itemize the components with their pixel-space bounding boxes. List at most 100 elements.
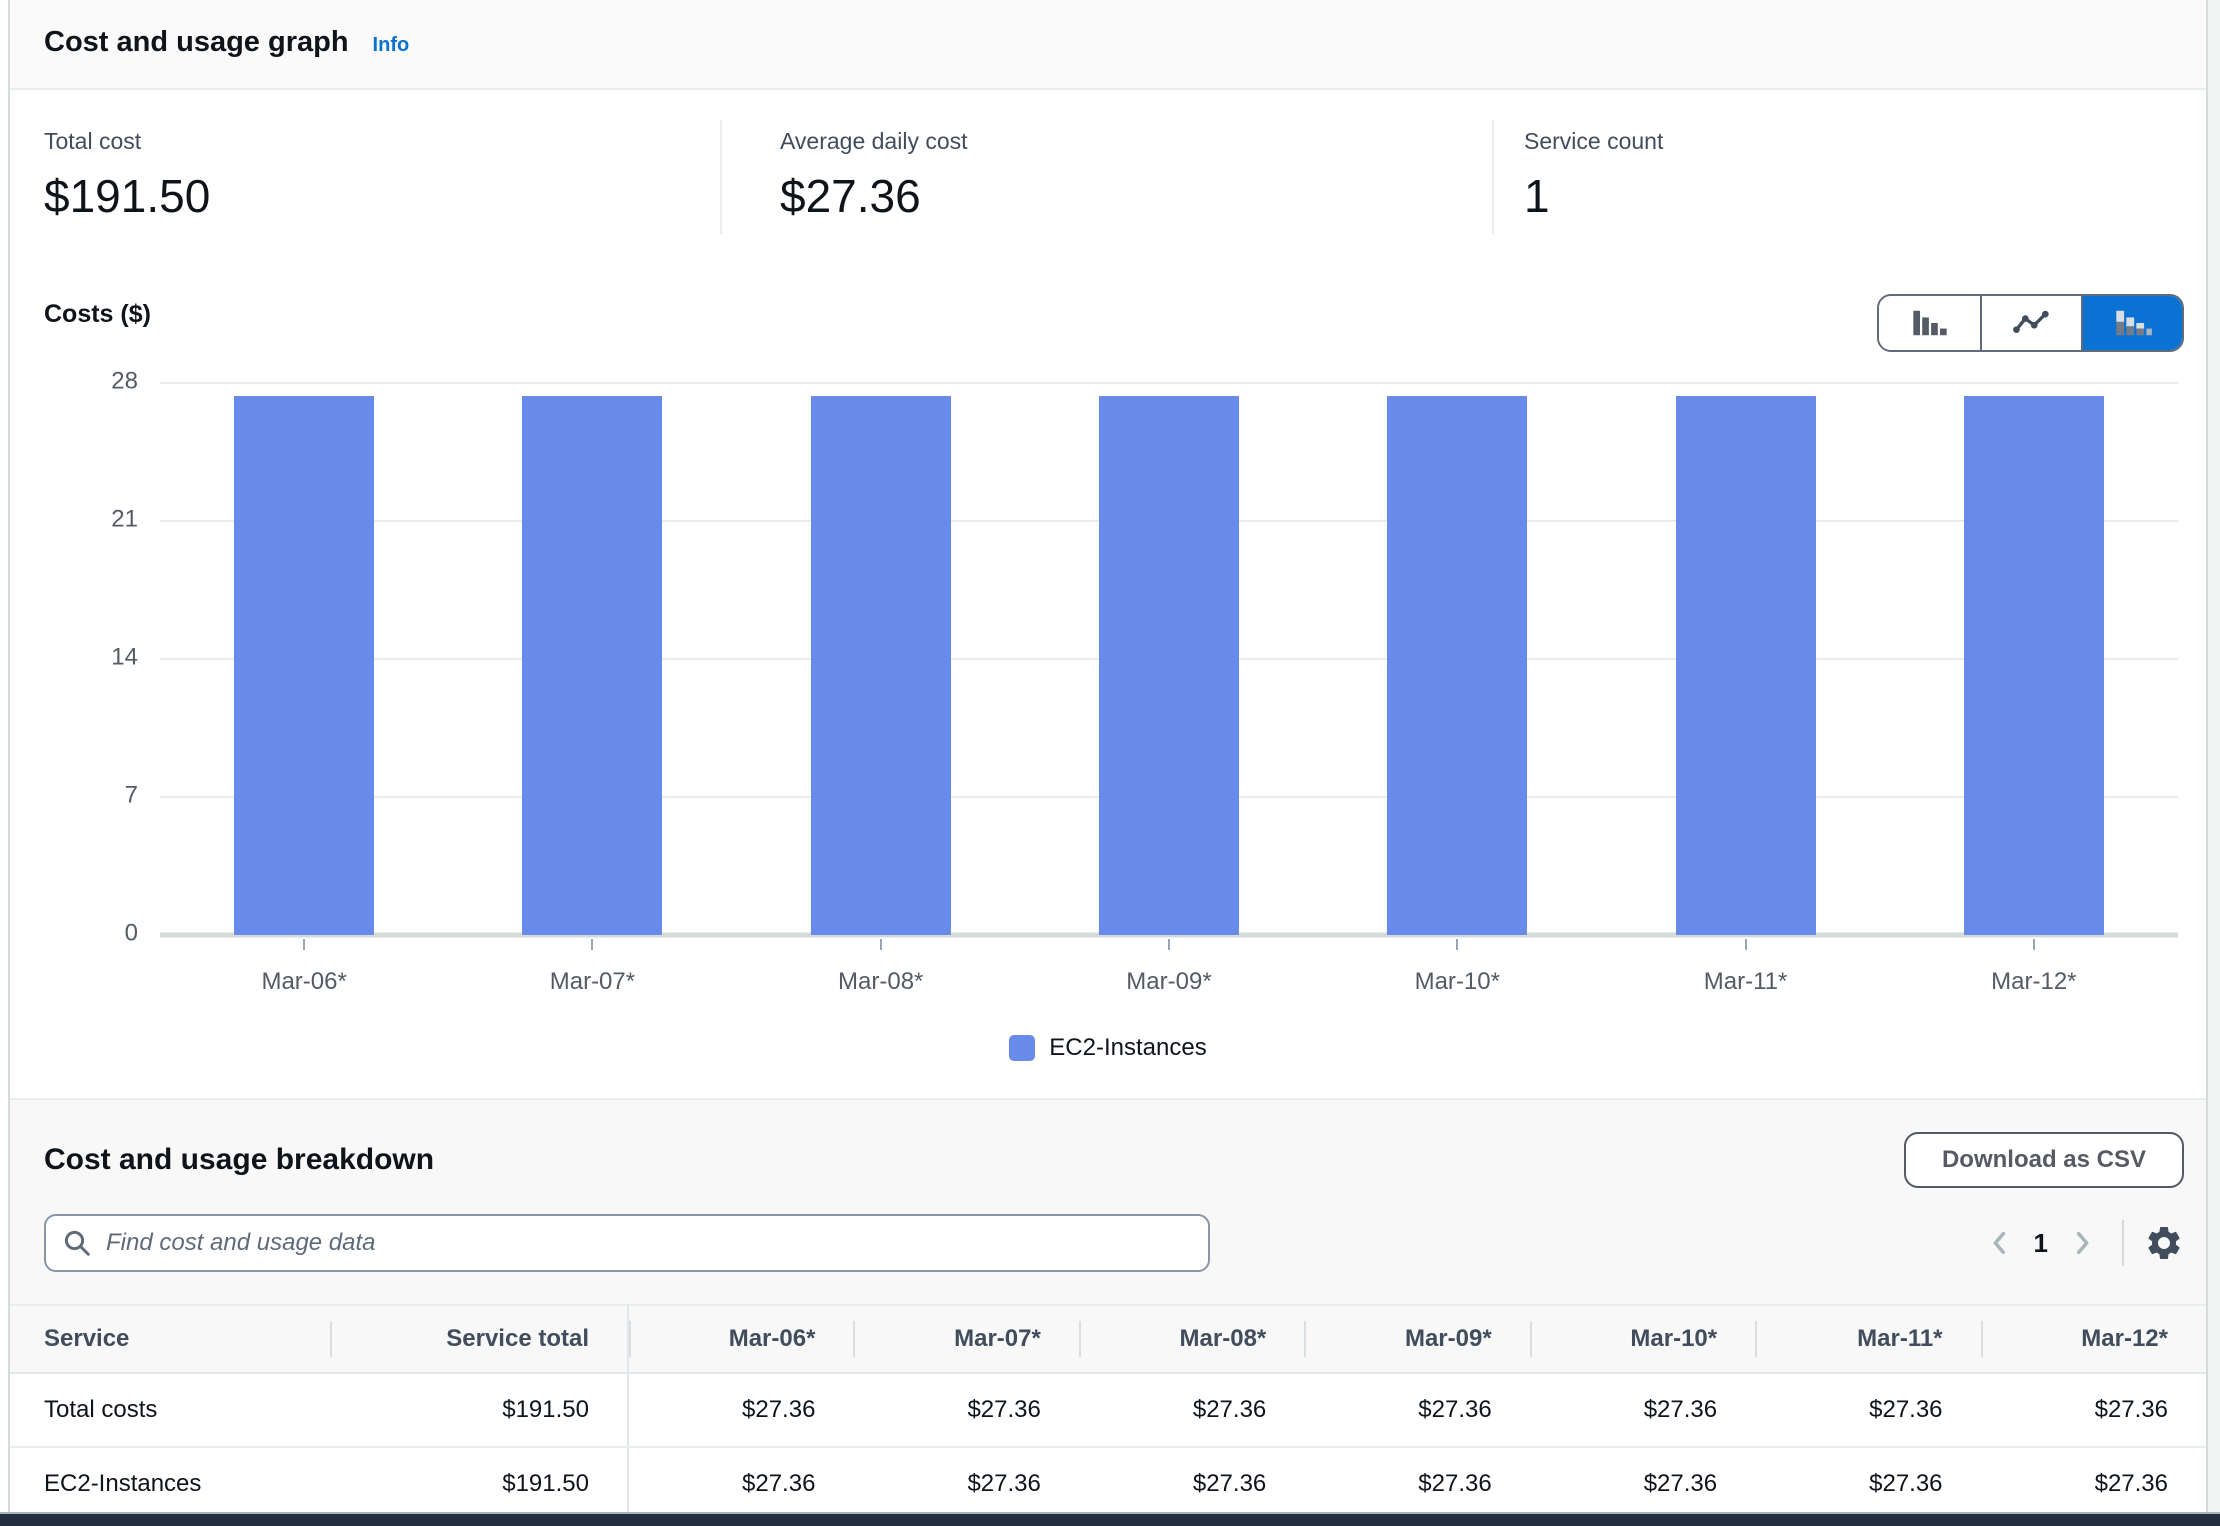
pagination: 1 (1980, 1220, 2184, 1266)
stacked-bar-chart-icon (2113, 308, 2153, 338)
table-header-cell: Mar-12* (1981, 1305, 2206, 1373)
x-axis-tick (591, 939, 593, 950)
table-header-cell: Mar-11* (1755, 1305, 1980, 1373)
bar-ec2-instances[interactable] (811, 396, 951, 935)
right-scrollbar-strip[interactable] (2206, 0, 2220, 1514)
table-cell: $191.50 (330, 1373, 628, 1447)
bar-slot (1890, 383, 2178, 935)
stat-label: Service count (1524, 128, 2206, 155)
table-header-cell: Mar-10* (1530, 1305, 1755, 1373)
next-page-button[interactable] (2062, 1223, 2102, 1263)
chart-type-line-button[interactable] (1980, 296, 2081, 350)
bar-slot (1025, 383, 1313, 935)
chart-type-stacked-bar-button[interactable] (2081, 296, 2182, 350)
toolbar-divider (2122, 1220, 2124, 1266)
bottom-dark-bar (0, 1512, 2220, 1526)
bar-slot (737, 383, 1025, 935)
table-cell: $27.36 (853, 1373, 1078, 1447)
chart-section: Costs ($) (10, 268, 2206, 1098)
bar-ec2-instances[interactable] (1964, 396, 2104, 935)
table-header-cell: Service total (330, 1305, 628, 1373)
y-axis-tick-label: 14 (111, 644, 138, 672)
stat-total-cost: Total cost $191.50 (10, 92, 720, 266)
x-axis-label: Mar-08* (737, 968, 1025, 996)
table-cell: $27.36 (1981, 1447, 2206, 1521)
stats-row: Total cost $191.50 Average daily cost $2… (10, 92, 2206, 266)
y-axis-tick-label: 0 (125, 920, 138, 948)
cost-breakdown-table: ServiceService totalMar-06*Mar-07*Mar-08… (10, 1304, 2206, 1522)
bar-ec2-instances[interactable] (1387, 396, 1527, 935)
x-axis-tick (2033, 939, 2035, 950)
table-settings-button[interactable] (2144, 1223, 2184, 1263)
chart-title: Costs ($) (44, 300, 151, 329)
line-chart-icon (2012, 308, 2052, 338)
gear-icon (2144, 1223, 2184, 1263)
legend-label[interactable]: EC2-Instances (1049, 1034, 1206, 1062)
y-axis-tick-label: 21 (111, 506, 138, 534)
breakdown-title: Cost and usage breakdown (44, 1143, 434, 1177)
bar-slot (160, 383, 448, 935)
table-header-cell: Mar-06* (628, 1305, 853, 1373)
x-axis-label: Mar-12* (1890, 968, 2178, 996)
bar-chart-icon (1910, 308, 1950, 338)
x-axis-label: Mar-07* (448, 968, 736, 996)
bar-slot (1601, 383, 1889, 935)
current-page-number[interactable]: 1 (2034, 1228, 2048, 1259)
download-csv-button[interactable]: Download as CSV (1904, 1132, 2184, 1188)
bar-slot (448, 383, 736, 935)
table-body: Total costs$191.50$27.36$27.36$27.36$27.… (10, 1373, 2206, 1521)
left-panel-border (8, 0, 10, 1514)
table-header-row: ServiceService totalMar-06*Mar-07*Mar-08… (10, 1305, 2206, 1373)
x-axis-label: Mar-06* (160, 968, 448, 996)
chart-type-bar-button[interactable] (1879, 296, 1980, 350)
x-axis-labels: Mar-06*Mar-07*Mar-08*Mar-09*Mar-10*Mar-1… (160, 968, 2178, 996)
table-cell: $27.36 (1530, 1373, 1755, 1447)
page-title: Cost and usage graph (44, 26, 349, 59)
main-content: Cost and usage graph Info Total cost $19… (10, 0, 2206, 1514)
chart-legend: EC2-Instances (10, 1034, 2206, 1062)
search-input[interactable] (44, 1214, 1210, 1272)
chevron-right-icon (2066, 1227, 2098, 1259)
table-header-cell: Mar-07* (853, 1305, 1078, 1373)
x-axis-label: Mar-11* (1601, 968, 1889, 996)
x-axis-tick (303, 939, 305, 950)
plot-area: 07142128 (160, 383, 2178, 935)
table-cell: $27.36 (1079, 1373, 1304, 1447)
stat-average-daily-cost: Average daily cost $27.36 (720, 92, 1492, 266)
table-cell: $27.36 (1981, 1373, 2206, 1447)
stat-service-count: Service count 1 (1492, 92, 2206, 266)
cost-explorer-page: Cost and usage graph Info Total cost $19… (0, 0, 2220, 1526)
bar-slot (1313, 383, 1601, 935)
table-cell: Total costs (10, 1373, 330, 1447)
chevron-left-icon (1984, 1227, 2016, 1259)
bars (160, 383, 2178, 935)
chart-type-toggle (1877, 294, 2184, 352)
table-cell: $27.36 (1755, 1373, 1980, 1447)
legend-swatch-ec2-instances[interactable] (1009, 1035, 1035, 1061)
table-cell: $27.36 (1530, 1447, 1755, 1521)
breakdown-toolbar: 1 (10, 1214, 2206, 1272)
bar-ec2-instances[interactable] (1676, 396, 1816, 935)
table-cell: $27.36 (628, 1373, 853, 1447)
table-header-cell: Service (10, 1305, 330, 1373)
graph-card-header: Cost and usage graph Info (10, 0, 2206, 90)
bar-ec2-instances[interactable] (522, 396, 662, 935)
x-axis-tick (1456, 939, 1458, 950)
x-axis-tick (1745, 939, 1747, 950)
breakdown-section: Cost and usage breakdown Download as CSV (10, 1098, 2206, 1514)
table-row: Total costs$191.50$27.36$27.36$27.36$27.… (10, 1373, 2206, 1447)
stat-label: Total cost (44, 128, 720, 155)
info-link[interactable]: Info (373, 34, 410, 57)
table-cell: $191.50 (330, 1447, 628, 1521)
y-axis-tick-label: 7 (125, 782, 138, 810)
table-header-cell: Mar-09* (1304, 1305, 1529, 1373)
bar-ec2-instances[interactable] (234, 396, 374, 935)
x-axis-tick (1168, 939, 1170, 950)
previous-page-button[interactable] (1980, 1223, 2020, 1263)
breakdown-header: Cost and usage breakdown Download as CSV (10, 1100, 2206, 1188)
stat-label: Average daily cost (780, 128, 1492, 155)
table-cell: $27.36 (1755, 1447, 1980, 1521)
magnifier-icon (62, 1228, 92, 1258)
bar-ec2-instances[interactable] (1099, 396, 1239, 935)
table-cell: EC2-Instances (10, 1447, 330, 1521)
